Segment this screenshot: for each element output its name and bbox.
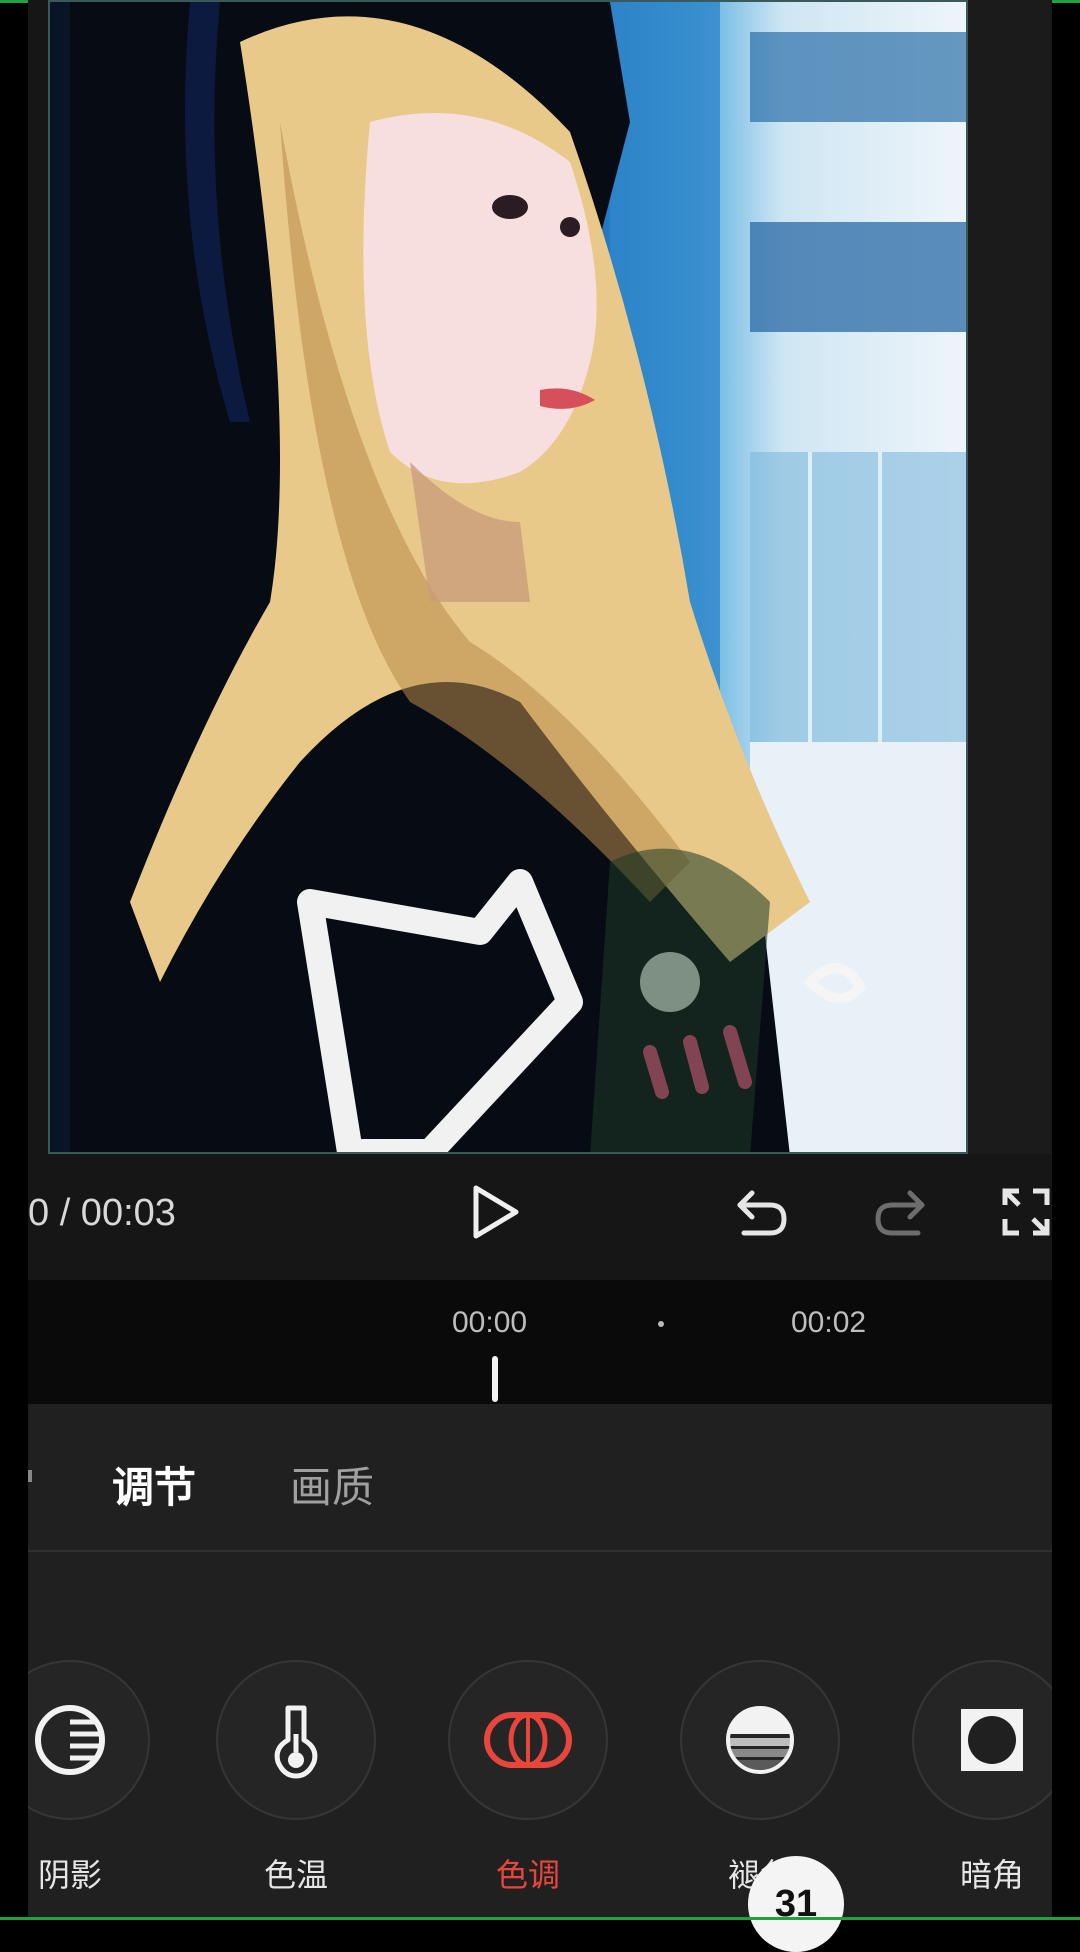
tab-quality[interactable]: 画质 <box>290 1454 374 1515</box>
tab-adjust[interactable]: 调节 <box>112 1454 196 1515</box>
fullscreen-button[interactable] <box>996 1182 1052 1242</box>
panel-tabs: 调节 画质 <box>28 1404 1052 1552</box>
tint-icon <box>484 1712 572 1768</box>
timeline-tick-start: 00:00 <box>452 1306 528 1339</box>
tool-vignette-label: 暗角 <box>959 1857 1024 1893</box>
tool-tint-label: 色调 <box>495 1857 560 1893</box>
tool-tint-circle <box>448 1660 608 1820</box>
tool-fade-circle <box>680 1660 840 1820</box>
tab-scroll-edge <box>28 1470 32 1482</box>
undo-icon <box>737 1190 787 1236</box>
preview-side-area <box>968 0 1052 1154</box>
preview-image <box>70 2 966 1152</box>
playback-bar: 0 / 00:03 <box>28 1154 1052 1280</box>
tool-tint[interactable]: 色调 <box>448 1660 608 1896</box>
play-icon <box>473 1185 519 1239</box>
shadow-icon <box>35 1705 105 1775</box>
timeline-tick-dot <box>658 1321 664 1327</box>
thermometer-icon <box>274 1705 318 1779</box>
tool-temperature-circle <box>216 1660 376 1820</box>
tool-temperature[interactable]: 色温 <box>216 1660 376 1896</box>
video-preview[interactable] <box>48 0 968 1154</box>
timeline-ruler[interactable]: 00:00 00:02 <box>28 1280 1052 1404</box>
vignette-icon <box>961 1709 1023 1771</box>
tool-vignette[interactable]: 暗角 <box>912 1660 1052 1896</box>
redo-icon <box>875 1190 925 1236</box>
redo-button[interactable] <box>870 1182 930 1242</box>
time-display: 0 / 00:03 <box>28 1192 176 1234</box>
tool-shadow-label: 阴影 <box>37 1857 102 1893</box>
play-button[interactable] <box>466 1182 526 1242</box>
timeline-tick-mid: 00:02 <box>791 1306 867 1339</box>
tool-shadow-circle <box>28 1660 150 1820</box>
editor-app: 0 / 00:03 00:00 00:02 调节 画质 阴影 色温 色调 暗角 <box>28 0 1052 1920</box>
playhead[interactable] <box>492 1356 498 1402</box>
fade-icon <box>726 1706 794 1774</box>
undo-button[interactable] <box>732 1182 792 1242</box>
tool-shadow[interactable]: 阴影 <box>28 1660 150 1896</box>
fullscreen-icon <box>1002 1188 1050 1236</box>
notification-badge[interactable]: 31 <box>748 1856 844 1952</box>
tool-vignette-circle <box>912 1660 1052 1820</box>
tool-temperature-label: 色温 <box>263 1857 328 1893</box>
adjust-panel: 调节 画质 阴影 色温 色调 暗角 <box>28 1404 1052 1920</box>
